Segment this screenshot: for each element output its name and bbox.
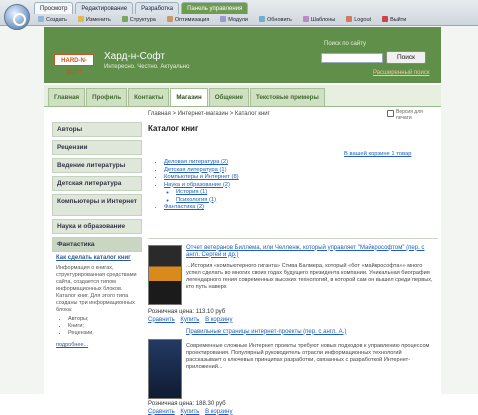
- toolbar-create-button[interactable]: Создать: [34, 16, 71, 25]
- cms-toolbar: Создать Изменить Структура Оптимизация М…: [34, 15, 413, 26]
- add-to-cart-link[interactable]: В корзину: [205, 317, 232, 323]
- tree-subitem[interactable]: Психология (1): [176, 197, 438, 205]
- book-description: ...История «компьютерного гиганта» Стива…: [186, 262, 433, 290]
- buy-link[interactable]: Купить: [180, 409, 199, 415]
- toolbar-edit-button[interactable]: Изменить: [74, 16, 115, 25]
- main-content: Главная > Интернет-магазин > Каталог кни…: [148, 109, 438, 415]
- site-slogan: Интересно. Честно. Актуально: [104, 64, 190, 70]
- toolbar-logout-button[interactable]: Logout: [342, 16, 375, 25]
- sidebar: Авторы Рецензии Ведение литературы Детск…: [52, 122, 142, 349]
- browser-window: Просмотр Редактирование Разработка Панел…: [0, 0, 478, 415]
- templates-icon: [302, 16, 309, 22]
- new-page-icon: [38, 16, 44, 22]
- tab-dev[interactable]: Разработка: [135, 2, 180, 14]
- nav-examples[interactable]: Текстовые примеры: [250, 88, 325, 106]
- category-tree: Деловая литература (2) Детская литератур…: [148, 159, 438, 212]
- nav-profile[interactable]: Профиль: [86, 88, 128, 106]
- main-nav: Главная Профиль Контакты Магазин Общение…: [44, 85, 441, 107]
- list-item: Авторы;: [68, 316, 138, 323]
- refresh-icon: [259, 16, 265, 22]
- page-title: Каталог книг: [148, 124, 199, 133]
- book-item: Правильные страницы интернет-проекты (пе…: [148, 329, 438, 415]
- cms-menu-orb-icon[interactable]: [4, 4, 30, 30]
- tree-item[interactable]: Компьютеры и Интернет (8): [164, 174, 438, 182]
- nav-shop[interactable]: Магазин: [170, 88, 208, 106]
- buy-link[interactable]: Купить: [180, 317, 199, 323]
- tree-item[interactable]: Фантастика (2): [164, 204, 438, 212]
- list-item: Книги;: [68, 323, 138, 330]
- site-header: HARD-N-SOFT Хард-н-Софт Интересно. Честн…: [44, 27, 441, 83]
- print-link[interactable]: Версия для печати: [387, 109, 436, 121]
- tab-control-panel[interactable]: Панель управления: [181, 2, 249, 14]
- tab-edit[interactable]: Редактирование: [75, 2, 134, 14]
- book-item: Отчет ветеранов Биллема, или Челленж, ко…: [148, 244, 438, 327]
- add-to-cart-link[interactable]: В корзину: [205, 409, 232, 415]
- search-input[interactable]: [321, 53, 383, 63]
- sidebar-item-lit[interactable]: Ведение литературы: [52, 158, 142, 173]
- exit-icon: [382, 16, 389, 22]
- book-cover-image[interactable]: [148, 244, 182, 305]
- site-name: Хард-н-Софт: [104, 51, 165, 62]
- nav-contacts[interactable]: Контакты: [128, 88, 170, 106]
- book-actions: Сравнить Купить В корзину: [148, 317, 236, 323]
- tab-view[interactable]: Просмотр: [34, 2, 74, 14]
- cms-admin-bar: Просмотр Редактирование Разработка Панел…: [0, 0, 478, 30]
- book-description: Современные сложные Интернет проекты тре…: [186, 342, 430, 370]
- toolbar-refresh-button[interactable]: Обновить: [255, 16, 296, 25]
- nav-home[interactable]: Главная: [48, 88, 86, 106]
- sidebar-info-box: Как сделать каталог книг Информация о кн…: [52, 255, 142, 349]
- book-title-link[interactable]: Отчет ветеранов Биллема, или Челленж, ко…: [186, 245, 436, 259]
- toolbar-templates-button[interactable]: Шаблоны: [299, 16, 339, 25]
- sidebar-item-scifi[interactable]: Фантастика: [52, 237, 142, 252]
- user-icon: [346, 16, 353, 22]
- toolbar-optimize-button[interactable]: Оптимизация: [163, 16, 213, 25]
- info-box-list: Авторы; Книги; Рецензии.: [56, 316, 138, 337]
- sidebar-item-kids[interactable]: Детская литература: [52, 176, 142, 191]
- info-box-text: Информация о книгах, структурированная с…: [56, 265, 137, 313]
- site-page: HARD-N-SOFT Хард-н-Софт Интересно. Честн…: [44, 27, 441, 415]
- site-logo[interactable]: HARD-N-SOFT: [54, 54, 94, 76]
- advanced-search-link[interactable]: Расширенный поиск: [373, 70, 430, 76]
- info-box-title[interactable]: Как сделать каталог книг: [56, 255, 138, 262]
- tree-subitem[interactable]: История (1): [176, 189, 438, 197]
- edit-icon: [77, 16, 84, 22]
- cart-link[interactable]: В вашей корзине 1 товар: [344, 151, 411, 157]
- compare-link[interactable]: Сравнить: [148, 409, 175, 415]
- breadcrumb[interactable]: Главная > Интернет-магазин > Каталог кни…: [148, 111, 438, 117]
- toolbar-structure-button[interactable]: Структура: [118, 16, 160, 25]
- book-actions: Сравнить Купить В корзину: [148, 409, 236, 415]
- book-price: Розничная цена: 188.30 руб: [148, 400, 226, 407]
- toolbar-modules-button[interactable]: Модули: [216, 16, 252, 25]
- book-price: Розничная цена: 113.10 руб: [148, 308, 226, 315]
- structure-icon: [121, 16, 128, 22]
- search-label: Поиск по сайту: [324, 41, 367, 47]
- cms-tabs: Просмотр Редактирование Разработка Панел…: [34, 2, 250, 14]
- tree-subitems: История (1) Психология (1): [164, 189, 438, 204]
- divider: [148, 237, 438, 239]
- book-title-link[interactable]: Правильные страницы интернет-проекты (пе…: [186, 329, 436, 336]
- tree-item[interactable]: Детская литература (1): [164, 167, 438, 175]
- search-button[interactable]: Поиск: [386, 51, 426, 64]
- more-link[interactable]: подробнее...: [56, 342, 138, 349]
- sidebar-item-authors[interactable]: Авторы: [52, 122, 142, 137]
- sidebar-item-reviews[interactable]: Рецензии: [52, 140, 142, 155]
- tree-item[interactable]: Наука и образование (2) История (1) Псих…: [164, 182, 438, 205]
- modules-icon: [220, 16, 227, 22]
- nav-forum[interactable]: Общение: [208, 88, 249, 106]
- print-icon: [387, 110, 394, 117]
- compare-link[interactable]: Сравнить: [148, 317, 175, 323]
- list-item: Рецензии.: [68, 330, 138, 337]
- sidebar-item-computers[interactable]: Компьютеры и Интернет: [52, 194, 142, 216]
- tree-item[interactable]: Деловая литература (2): [164, 159, 438, 167]
- sidebar-item-science[interactable]: Наука и образование: [52, 219, 142, 234]
- optimize-icon: [166, 16, 173, 22]
- toolbar-exit-button[interactable]: Выйти: [378, 16, 410, 25]
- book-cover-image[interactable]: [148, 338, 182, 399]
